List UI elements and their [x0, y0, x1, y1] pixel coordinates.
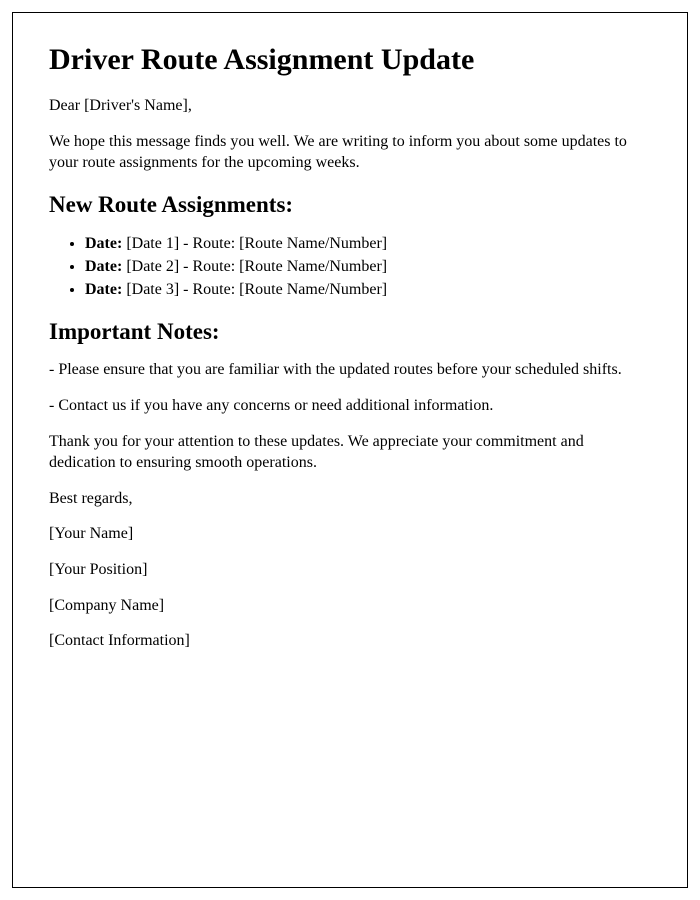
- assignment-text: [Date 2] - Route: [Route Name/Number]: [122, 258, 387, 275]
- date-label: Date:: [85, 281, 122, 298]
- thanks-paragraph: Thank you for your attention to these up…: [49, 431, 651, 474]
- intro-paragraph: We hope this message finds you well. We …: [49, 131, 651, 174]
- list-item: Date: [Date 2] - Route: [Route Name/Numb…: [85, 255, 651, 278]
- assignment-text: [Date 1] - Route: [Route Name/Number]: [122, 235, 387, 252]
- signoff: Best regards,: [49, 488, 651, 510]
- date-label: Date:: [85, 258, 122, 275]
- note-2: - Contact us if you have any concerns or…: [49, 395, 651, 417]
- assignment-text: [Date 3] - Route: [Route Name/Number]: [122, 281, 387, 298]
- document-title: Driver Route Assignment Update: [49, 43, 651, 77]
- notes-heading: Important Notes:: [49, 319, 651, 345]
- greeting: Dear [Driver's Name],: [49, 95, 651, 117]
- assignments-heading: New Route Assignments:: [49, 192, 651, 218]
- document-page: Driver Route Assignment Update Dear [Dri…: [12, 12, 688, 888]
- note-1: - Please ensure that you are familiar wi…: [49, 359, 651, 381]
- contact-info: [Contact Information]: [49, 630, 651, 652]
- list-item: Date: [Date 3] - Route: [Route Name/Numb…: [85, 278, 651, 301]
- list-item: Date: [Date 1] - Route: [Route Name/Numb…: [85, 232, 651, 255]
- company-name: [Company Name]: [49, 595, 651, 617]
- assignments-list: Date: [Date 1] - Route: [Route Name/Numb…: [85, 232, 651, 302]
- sender-name: [Your Name]: [49, 523, 651, 545]
- sender-position: [Your Position]: [49, 559, 651, 581]
- date-label: Date:: [85, 235, 122, 252]
